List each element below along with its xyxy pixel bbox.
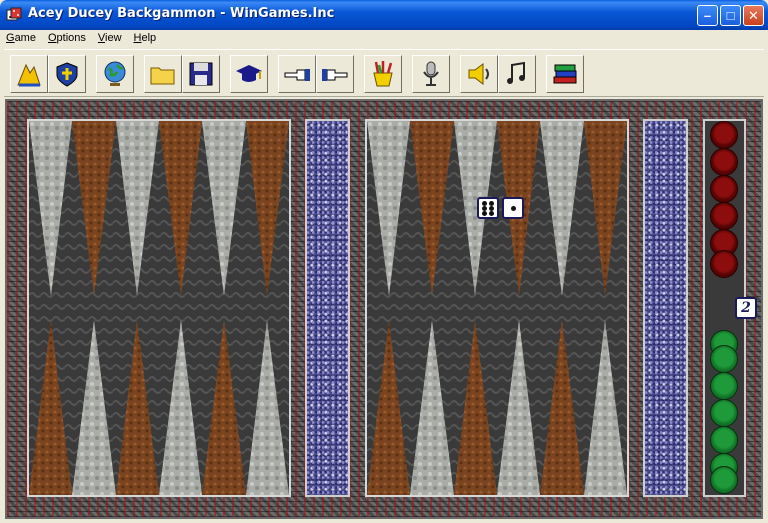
- point-right-icon: [322, 69, 348, 81]
- graduation-cap-icon: [236, 65, 262, 82]
- maximize-button[interactable]: □: [720, 5, 741, 26]
- music-notes-icon: [507, 61, 525, 84]
- voice-button[interactable]: [412, 55, 450, 93]
- rules-shield-icon: [56, 62, 78, 87]
- books-icon: [553, 64, 577, 84]
- redo-button[interactable]: [316, 55, 354, 93]
- point-left-icon: [284, 69, 310, 81]
- red-checker[interactable]: [710, 121, 738, 149]
- red-checker[interactable]: [710, 175, 738, 203]
- speaker-icon: [468, 63, 489, 85]
- home-strip: [643, 119, 688, 497]
- red-checker[interactable]: [710, 250, 738, 278]
- network-button[interactable]: [96, 55, 134, 93]
- globe-icon: [104, 61, 126, 86]
- save-button[interactable]: [182, 55, 220, 93]
- menu-view[interactable]: View: [92, 30, 128, 48]
- microphone-icon: [423, 61, 439, 86]
- title-bar[interactable]: Acey Ducey Backgammon - WinGames.Inc – □…: [0, 0, 768, 30]
- green-checker[interactable]: [710, 399, 738, 427]
- menu-game[interactable]: Game: [0, 30, 42, 48]
- board-bar[interactable]: [305, 119, 350, 497]
- close-button[interactable]: ✕: [743, 5, 764, 26]
- menu-bar: Game Options View Help: [0, 30, 768, 48]
- green-checker[interactable]: [710, 426, 738, 454]
- green-checker[interactable]: [710, 372, 738, 400]
- open-button[interactable]: [144, 55, 182, 93]
- open-folder-icon: [150, 67, 175, 85]
- new-game-icon: [17, 63, 41, 87]
- sound-button[interactable]: [460, 55, 498, 93]
- red-checker[interactable]: [710, 148, 738, 176]
- toolbar: [4, 49, 764, 97]
- new-game-button[interactable]: [10, 55, 48, 93]
- menu-options[interactable]: Options: [42, 30, 92, 48]
- appearance-button[interactable]: [364, 55, 402, 93]
- rules-button[interactable]: [48, 55, 86, 93]
- board-right-half[interactable]: [365, 119, 629, 497]
- die-six[interactable]: [477, 197, 499, 219]
- paint-tools-icon: [373, 61, 393, 87]
- music-button[interactable]: [498, 55, 536, 93]
- right-points: [367, 121, 627, 495]
- save-disk-icon: [189, 62, 213, 86]
- dice-app-icon: [6, 7, 22, 21]
- menu-help[interactable]: Help: [128, 30, 163, 48]
- tutor-button[interactable]: [230, 55, 268, 93]
- red-checker[interactable]: [710, 202, 738, 230]
- board-left-half[interactable]: [27, 119, 291, 497]
- doubling-cube[interactable]: 2: [735, 297, 757, 319]
- help-books-button[interactable]: [546, 55, 584, 93]
- undo-button[interactable]: [278, 55, 316, 93]
- minimize-button[interactable]: –: [697, 5, 718, 26]
- green-checker[interactable]: [710, 466, 738, 494]
- green-checker[interactable]: [710, 345, 738, 373]
- window-title: Acey Ducey Backgammon - WinGames.Inc: [28, 6, 335, 21]
- left-points: [29, 121, 289, 495]
- die-one[interactable]: [502, 197, 524, 219]
